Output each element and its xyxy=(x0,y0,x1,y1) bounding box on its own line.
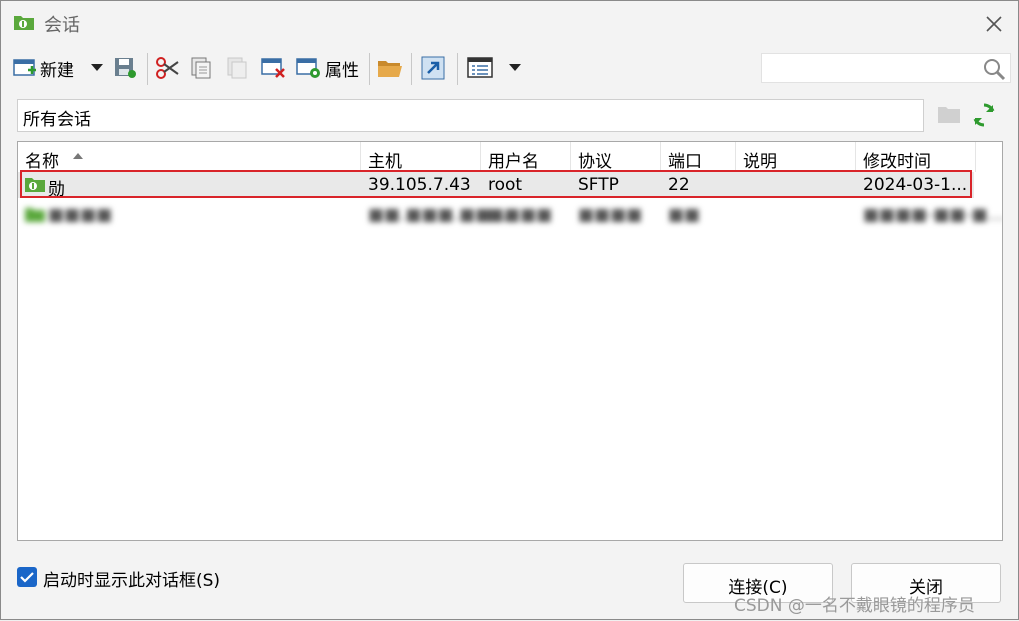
view-mode-button[interactable] xyxy=(467,51,495,85)
window-title: 会话 xyxy=(44,15,80,36)
session-host: ■■.■■■.■■... xyxy=(368,205,508,225)
session-name: ■■■■ xyxy=(48,205,113,225)
selection-highlight xyxy=(20,170,972,198)
column-header-protocol[interactable]: 协议 xyxy=(571,142,661,172)
session-dialog: 会话 新建 属性 所有会话 名称 主机 用户名 协议 端口 说明 修改时间 勋 … xyxy=(0,0,1019,620)
watermark-text: CSDN @一名不戴眼镜的程序员 xyxy=(734,596,975,616)
column-header-description[interactable]: 说明 xyxy=(736,142,856,172)
folder-up-icon xyxy=(938,107,960,123)
show-on-startup-checkbox[interactable] xyxy=(17,567,37,587)
delete-button[interactable] xyxy=(261,51,287,85)
session-modified: ■■■■-■■-■... xyxy=(863,205,1003,225)
close-window-button[interactable] xyxy=(979,9,1009,39)
delete-session-icon xyxy=(261,58,285,78)
new-session-button[interactable]: 新建 xyxy=(13,51,74,85)
list-view-icon xyxy=(467,57,493,78)
copy-button[interactable] xyxy=(189,51,213,85)
session-path-text: 所有会话 xyxy=(23,110,91,130)
chevron-down-icon xyxy=(509,64,521,71)
properties-icon xyxy=(296,58,320,78)
column-header-host[interactable]: 主机 xyxy=(361,142,481,172)
save-session-button[interactable] xyxy=(113,51,137,85)
column-header-name[interactable]: 名称 xyxy=(18,142,361,172)
new-dropdown-button[interactable] xyxy=(91,51,103,85)
properties-label: 属性 xyxy=(325,60,359,81)
title-bar: 会话 xyxy=(1,1,1018,45)
scissors-icon xyxy=(156,57,179,79)
search-icon[interactable] xyxy=(982,57,1006,81)
chevron-down-icon xyxy=(91,64,103,71)
sort-ascending-icon xyxy=(73,153,83,159)
session-list: 名称 主机 用户名 协议 端口 说明 修改时间 勋 39.105.7.43 ro… xyxy=(17,141,1003,541)
copy-icon xyxy=(191,57,211,79)
cut-button[interactable] xyxy=(155,51,181,85)
session-path-field[interactable]: 所有会话 xyxy=(17,99,924,132)
close-icon xyxy=(986,16,1002,32)
session-port: ■■ xyxy=(668,205,701,225)
new-session-label: 新建 xyxy=(40,60,74,81)
column-header-modified[interactable]: 修改时间 xyxy=(856,142,976,172)
properties-button[interactable]: 属性 xyxy=(296,51,359,85)
new-session-icon xyxy=(13,59,36,76)
paste-icon xyxy=(227,57,247,79)
background-peek xyxy=(29,609,299,621)
app-folder-icon xyxy=(13,13,35,31)
show-on-startup-label: 启动时显示此对话框(S) xyxy=(43,571,221,591)
shortcut-button[interactable] xyxy=(421,51,445,85)
column-header-port[interactable]: 端口 xyxy=(661,142,736,172)
column-header-user[interactable]: 用户名 xyxy=(481,142,571,172)
paste-button[interactable] xyxy=(225,51,249,85)
save-icon xyxy=(115,58,136,78)
refresh-icon[interactable] xyxy=(971,102,997,128)
session-protocol: ■■■■ xyxy=(578,205,643,225)
session-user: ■■■■ xyxy=(488,205,553,225)
open-folder-button[interactable] xyxy=(377,51,403,85)
view-dropdown-button[interactable] xyxy=(509,51,521,85)
search-input[interactable] xyxy=(761,53,1011,83)
shortcut-arrow-icon xyxy=(421,56,445,80)
checkmark-icon xyxy=(20,572,34,583)
folder-open-icon xyxy=(378,61,402,77)
session-folder-icon xyxy=(25,208,45,222)
session-row[interactable]: ■■■■ ■■.■■■.■■... ■■■■ ■■■■ ■■ ■■■■-■■-■… xyxy=(18,202,1002,228)
